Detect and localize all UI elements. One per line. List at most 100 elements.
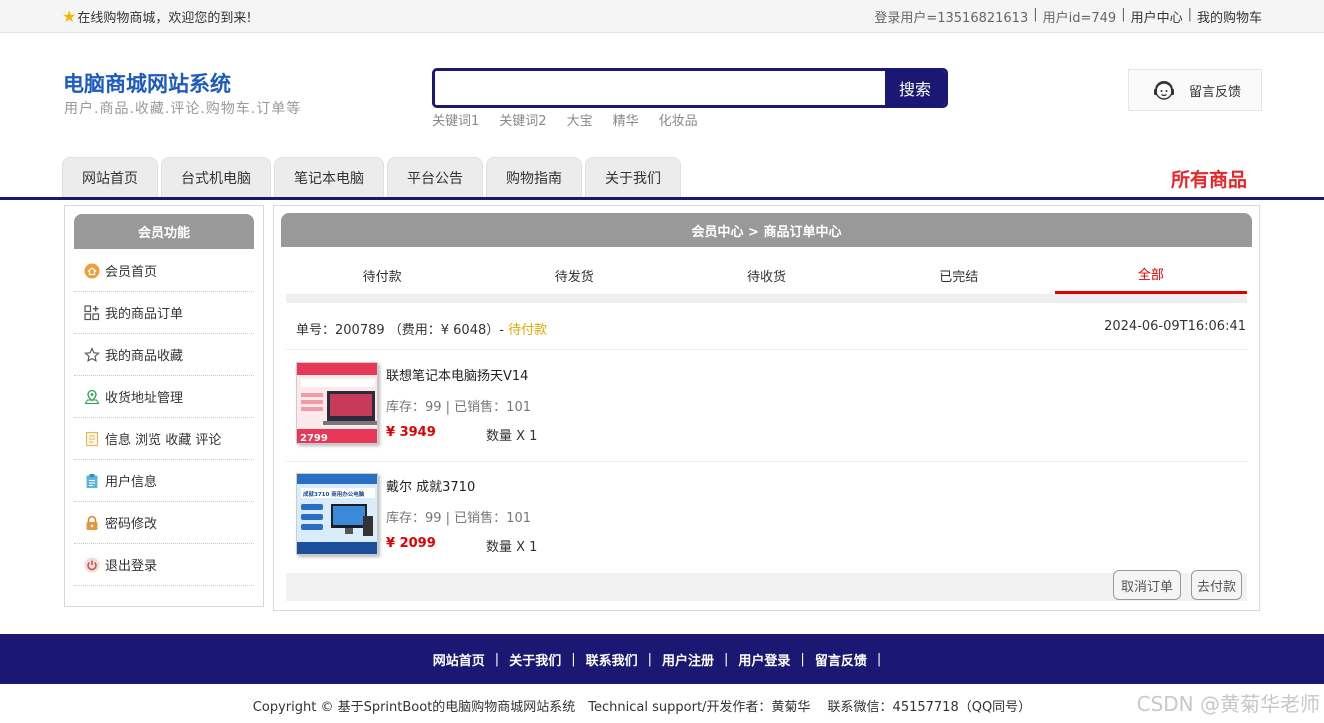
user-id-label: 用户id=749 bbox=[1042, 11, 1117, 26]
login-user-label: 登录用户=13516821613 bbox=[874, 11, 1029, 26]
product-price: ¥ 2099 bbox=[386, 536, 436, 551]
sidebar-item-logout[interactable]: 退出登录 bbox=[74, 544, 254, 586]
sidebar-item-history[interactable]: 信息 浏览 收藏 评论 bbox=[74, 418, 254, 460]
order-actions-bar bbox=[286, 573, 1247, 601]
nav-tab-desktop[interactable]: 台式机电脑 bbox=[161, 157, 271, 197]
user-center-link[interactable]: 用户中心 bbox=[1131, 7, 1183, 26]
power-icon bbox=[84, 557, 100, 572]
tab-divider bbox=[286, 294, 1247, 303]
footer-nav: 网站首页 | 关于我们 | 联系我们 | 用户注册 | 用户登录 | 留言反馈 … bbox=[0, 634, 1324, 684]
product-thumbnail-dell: 成就3710 商用办公电脑 bbox=[297, 474, 377, 554]
nav-tab-announcement[interactable]: 平台公告 bbox=[387, 157, 483, 197]
site-title[interactable]: 电脑商城网站系统 bbox=[63, 68, 231, 98]
keyword-link[interactable]: 关键词1 bbox=[432, 110, 479, 129]
keyword-link[interactable]: 关键词2 bbox=[499, 110, 546, 129]
footer-separator: | bbox=[571, 651, 576, 667]
divider bbox=[286, 349, 1247, 350]
product-quantity: 数量 X 1 bbox=[486, 429, 538, 444]
copyright-text: Copyright © 基于SprintBoot的电脑购物商城网站系统 Tech… bbox=[252, 700, 1032, 715]
feedback-label: 留言反馈 bbox=[1189, 84, 1242, 100]
main-nav: 网站首页 台式机电脑 笔记本电脑 平台公告 购物指南 关于我们 bbox=[62, 157, 681, 197]
product-image-dell[interactable]: 成就3710 商用办公电脑 bbox=[296, 473, 378, 555]
footer-link-login[interactable]: 用户登录 bbox=[738, 650, 790, 669]
footer-link-feedback[interactable]: 留言反馈 bbox=[815, 650, 867, 669]
nav-divider bbox=[0, 197, 1324, 200]
product-quantity: 数量 X 1 bbox=[486, 540, 538, 555]
order-status-tabs: 待付款 待发货 待收货 已完结 全部 bbox=[286, 256, 1248, 294]
sidebar-title: 会员功能 bbox=[74, 214, 254, 249]
tab-pending-payment[interactable]: 待付款 bbox=[286, 256, 478, 294]
product-name[interactable]: 戴尔 成就3710 bbox=[386, 476, 475, 495]
customer-service-icon bbox=[1154, 81, 1174, 100]
sidebar-item-label: 会员首页 bbox=[105, 265, 158, 280]
product-stock: 库存：99 | 已销售：101 bbox=[386, 511, 531, 526]
pay-button[interactable]: 去付款 bbox=[1191, 570, 1242, 600]
member-sidebar: 会员功能 会员首页 我的商品订单 我的商品收藏 收货地址管理 信息 浏览 收藏 … bbox=[64, 205, 264, 607]
star-icon: ★ bbox=[62, 6, 77, 26]
sidebar-item-label: 密码修改 bbox=[105, 517, 158, 532]
feedback-button[interactable]: 留言反馈 bbox=[1128, 69, 1262, 111]
divider bbox=[286, 461, 1247, 462]
document-list-icon bbox=[85, 431, 99, 446]
welcome-message: ★ 在线购物商城，欢迎您的到来! bbox=[62, 7, 252, 26]
order-number-fee: 单号：200789 （费用：¥ 6048）- bbox=[296, 323, 504, 338]
sidebar-item-label: 信息 浏览 收藏 评论 bbox=[105, 433, 222, 448]
star-outline-icon bbox=[84, 346, 100, 362]
sidebar-item-orders[interactable]: 我的商品订单 bbox=[74, 292, 254, 334]
nav-tab-guide[interactable]: 购物指南 bbox=[486, 157, 582, 197]
nav-tab-about[interactable]: 关于我们 bbox=[585, 157, 681, 197]
nav-tab-laptop[interactable]: 笔记本电脑 bbox=[274, 157, 384, 197]
sidebar-item-label: 用户信息 bbox=[105, 475, 158, 490]
footer-separator: | bbox=[876, 651, 882, 667]
sidebar-item-label: 我的商品订单 bbox=[105, 307, 184, 322]
sidebar-item-user-info[interactable]: 用户信息 bbox=[74, 460, 254, 502]
thumbnail-price-text: 2799 bbox=[300, 433, 328, 444]
product-price: ¥ 3949 bbox=[386, 425, 436, 440]
sidebar-item-label: 收货地址管理 bbox=[105, 391, 184, 406]
footer-separator: | bbox=[494, 651, 500, 667]
location-pin-icon bbox=[84, 389, 100, 404]
thumbnail-caption-text: 成就3710 商用办公电脑 bbox=[303, 490, 365, 498]
keyword-link[interactable]: 化妆品 bbox=[659, 110, 698, 129]
breadcrumb: 会员中心 > 商品订单中心 bbox=[281, 213, 1252, 247]
welcome-text: 在线购物商城，欢迎您的到来! bbox=[77, 11, 252, 26]
search-button[interactable]: 搜索 bbox=[885, 71, 945, 105]
sidebar-item-label: 我的商品收藏 bbox=[105, 349, 184, 364]
order-header: 单号：200789 （费用：¥ 6048）- 待付款 2024-06-09T16… bbox=[296, 319, 1246, 338]
keyword-link[interactable]: 大宝 bbox=[567, 110, 593, 129]
sidebar-item-member-home[interactable]: 会员首页 bbox=[74, 250, 254, 292]
lock-icon bbox=[86, 515, 98, 530]
keyword-link[interactable]: 精华 bbox=[613, 110, 639, 129]
sidebar-menu: 会员首页 我的商品订单 我的商品收藏 收货地址管理 信息 浏览 收藏 评论 用户… bbox=[74, 250, 254, 586]
sidebar-item-password[interactable]: 密码修改 bbox=[74, 502, 254, 544]
sidebar-item-address[interactable]: 收货地址管理 bbox=[74, 376, 254, 418]
order-status: 待付款 bbox=[508, 323, 548, 338]
tab-pending-shipment[interactable]: 待发货 bbox=[478, 256, 670, 294]
product-name[interactable]: 联想笔记本电脑扬天V14 bbox=[386, 365, 528, 384]
user-links: 登录用户=13516821613 | 用户id=749 | 用户中心 | 我的购… bbox=[874, 7, 1262, 26]
watermark-text: CSDN @黄菊华老师 bbox=[1136, 692, 1320, 716]
sidebar-item-label: 退出登录 bbox=[105, 559, 158, 574]
search-box: 搜索 bbox=[432, 68, 948, 108]
order-info: 单号：200789 （费用：¥ 6048）- 待付款 bbox=[296, 319, 547, 338]
separator: | bbox=[1121, 7, 1126, 22]
cancel-order-button[interactable]: 取消订单 bbox=[1113, 570, 1181, 600]
sidebar-item-favorites[interactable]: 我的商品收藏 bbox=[74, 334, 254, 376]
product-thumbnail-lenovo: 2799 bbox=[297, 363, 377, 444]
my-cart-link[interactable]: 我的购物车 bbox=[1197, 7, 1262, 26]
site-subtitle: 用户.商品.收藏.评论.购物车.订单等 bbox=[64, 101, 302, 117]
footer-separator: | bbox=[724, 651, 729, 667]
tab-pending-receipt[interactable]: 待收货 bbox=[670, 256, 862, 294]
home-circle-icon bbox=[84, 263, 100, 278]
product-image-lenovo[interactable]: 2799 bbox=[296, 362, 378, 444]
tab-all[interactable]: 全部 bbox=[1054, 256, 1248, 294]
footer-link-about[interactable]: 关于我们 bbox=[509, 650, 561, 669]
footer-link-home[interactable]: 网站首页 bbox=[433, 650, 485, 669]
footer-link-register[interactable]: 用户注册 bbox=[662, 650, 714, 669]
footer-link-contact[interactable]: 联系我们 bbox=[586, 650, 638, 669]
tab-completed[interactable]: 已完结 bbox=[863, 256, 1055, 294]
order-center-panel: 会员中心 > 商品订单中心 待付款 待发货 待收货 已完结 全部 单号：2007… bbox=[273, 205, 1260, 611]
nav-tab-home[interactable]: 网站首页 bbox=[62, 157, 158, 197]
search-input[interactable] bbox=[435, 71, 887, 105]
all-goods-link[interactable]: 所有商品 bbox=[1171, 165, 1247, 192]
